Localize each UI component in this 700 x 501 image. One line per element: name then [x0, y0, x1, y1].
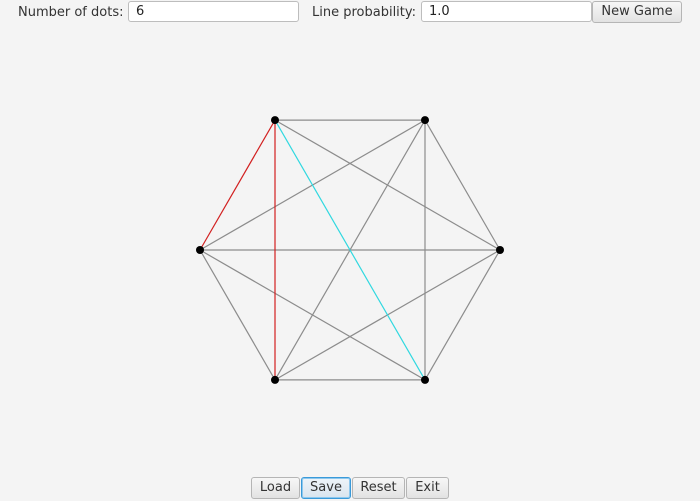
settings-toolbar: Number of dots: 6 Line probability: 1.0 …	[0, 0, 700, 26]
uncolored-line[interactable]	[424, 249, 501, 381]
line-probability-label: Line probability:	[312, 5, 417, 20]
board-dot	[196, 246, 204, 254]
save-button[interactable]: Save	[301, 477, 351, 499]
colored-line[interactable]	[199, 119, 276, 251]
board-dot	[421, 375, 429, 384]
board-dot	[421, 116, 429, 125]
reset-button[interactable]: Reset	[352, 477, 405, 499]
dots-count-input[interactable]: 6	[128, 1, 299, 22]
board-dot	[496, 246, 504, 254]
uncolored-line[interactable]	[424, 119, 501, 251]
new-game-button[interactable]: New Game	[592, 1, 682, 23]
board-dot	[271, 375, 279, 384]
game-window: Number of dots: 6 Line probability: 1.0 …	[0, 0, 700, 501]
line-probability-input[interactable]: 1.0	[421, 1, 592, 22]
exit-button[interactable]: Exit	[406, 477, 449, 499]
game-board[interactable]	[0, 26, 700, 473]
dots-count-label: Number of dots:	[18, 5, 124, 20]
uncolored-line[interactable]	[199, 249, 276, 381]
board-dot	[271, 116, 279, 125]
bottom-toolbar: Load Save Reset Exit	[0, 476, 700, 500]
load-button[interactable]: Load	[251, 477, 300, 499]
